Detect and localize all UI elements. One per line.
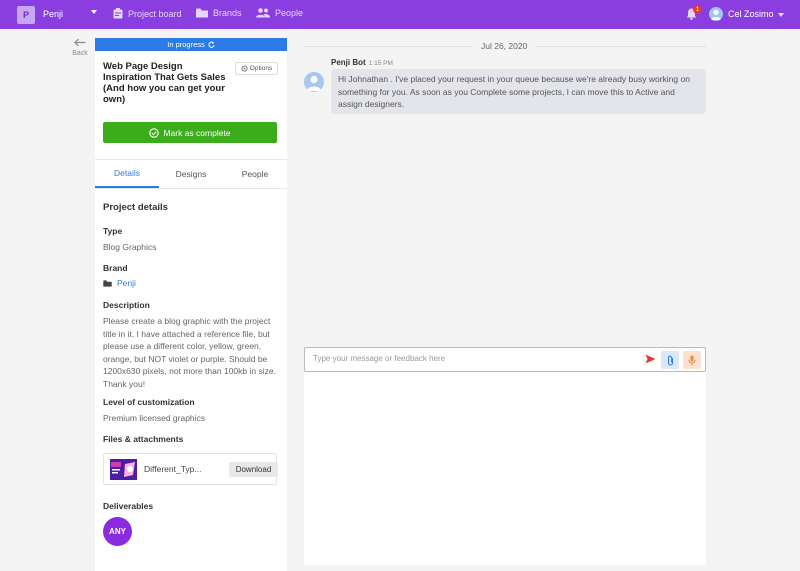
bot-avatar <box>304 72 324 92</box>
clipboard-icon <box>113 8 123 19</box>
description-label: Description <box>103 300 150 310</box>
attachment-name[interactable]: Different_Typ... <box>144 464 201 474</box>
customization-value: Premium licensed graphics <box>103 413 206 423</box>
folder-icon <box>196 8 208 18</box>
tab-designs[interactable]: Designs <box>159 160 223 188</box>
files-label: Files & attachments <box>103 434 184 444</box>
mark-complete-label: Mark as complete <box>163 127 231 138</box>
arrow-left-icon <box>74 38 86 47</box>
chat-lower-area <box>304 372 706 565</box>
status-badge: In progress <box>95 38 287 51</box>
message-bubble: Hi Johnathan . I've placed your request … <box>331 69 706 114</box>
project-details-heading: Project details <box>103 202 168 213</box>
nav-brands[interactable]: Brands <box>196 8 242 18</box>
nav-people-label: People <box>275 8 304 18</box>
send-icon <box>645 354 656 364</box>
sender-name: Penji Bot <box>331 58 366 67</box>
options-button[interactable]: Options <box>235 62 278 75</box>
message-input[interactable] <box>313 354 633 363</box>
attachment-thumbnail[interactable] <box>110 459 137 480</box>
back-label: Back <box>72 50 88 57</box>
deliverable-badge[interactable]: ANY <box>103 517 132 546</box>
folder-icon <box>103 279 112 287</box>
message-sender: Penji Bot 1:15 PM <box>331 58 393 67</box>
nav-brands-label: Brands <box>213 8 242 18</box>
user-menu-caret-icon[interactable] <box>778 13 784 17</box>
top-bar: P Penji Project board Brands People 1 Ce… <box>0 0 800 29</box>
refresh-icon <box>208 41 215 48</box>
workspace-caret-icon[interactable] <box>91 10 97 14</box>
nav-project-board-label: Project board <box>128 8 182 19</box>
message-composer <box>304 347 706 372</box>
deliverables-label: Deliverables <box>103 501 154 511</box>
project-tabs: Details Designs People <box>95 159 287 189</box>
status-label: In progress <box>167 40 205 49</box>
user-name[interactable]: Cel Zosimo <box>728 9 774 19</box>
gear-icon <box>241 65 248 72</box>
check-circle-icon <box>149 127 160 138</box>
brand-link[interactable]: Penji <box>117 278 136 288</box>
voice-button[interactable] <box>683 351 701 369</box>
mark-complete-button[interactable]: Mark as complete <box>103 122 277 143</box>
type-value: Blog Graphics <box>103 242 157 252</box>
description-value: Please create a blog graphic with the pr… <box>103 316 276 389</box>
back-button[interactable]: Back <box>70 38 90 57</box>
brand-label: Brand <box>103 263 128 273</box>
notification-count-badge: 1 <box>693 5 702 14</box>
date-label: Jul 26, 2020 <box>473 41 536 51</box>
brand-row: Penji <box>103 278 281 288</box>
project-title: Web Page Design Inspiration That Gets Sa… <box>103 61 226 105</box>
customization-label: Level of customization <box>103 397 195 407</box>
attach-button[interactable] <box>661 351 679 369</box>
type-label: Type <box>103 226 123 236</box>
workspace-name[interactable]: Penji <box>43 9 63 19</box>
project-panel: In progress Web Page Design Inspiration … <box>95 38 287 571</box>
people-icon <box>256 8 270 18</box>
message-time: 1:15 PM <box>368 60 393 67</box>
chat-panel: Jul 26, 2020 Penji Bot 1:15 PM Hi Johnath… <box>304 38 706 565</box>
nav-project-board[interactable]: Project board <box>113 8 182 19</box>
attachment-card: Different_Typ... Download <box>103 453 278 485</box>
tab-details[interactable]: Details <box>95 160 159 188</box>
microphone-icon <box>688 355 696 365</box>
send-button[interactable] <box>645 354 656 366</box>
nav-people[interactable]: People <box>256 8 303 18</box>
workspace-logo[interactable]: P <box>17 6 35 24</box>
download-button[interactable]: Download <box>229 462 278 477</box>
user-avatar[interactable] <box>709 7 723 21</box>
tab-people[interactable]: People <box>223 160 287 188</box>
paperclip-icon <box>667 355 673 365</box>
options-label: Options <box>249 65 273 72</box>
